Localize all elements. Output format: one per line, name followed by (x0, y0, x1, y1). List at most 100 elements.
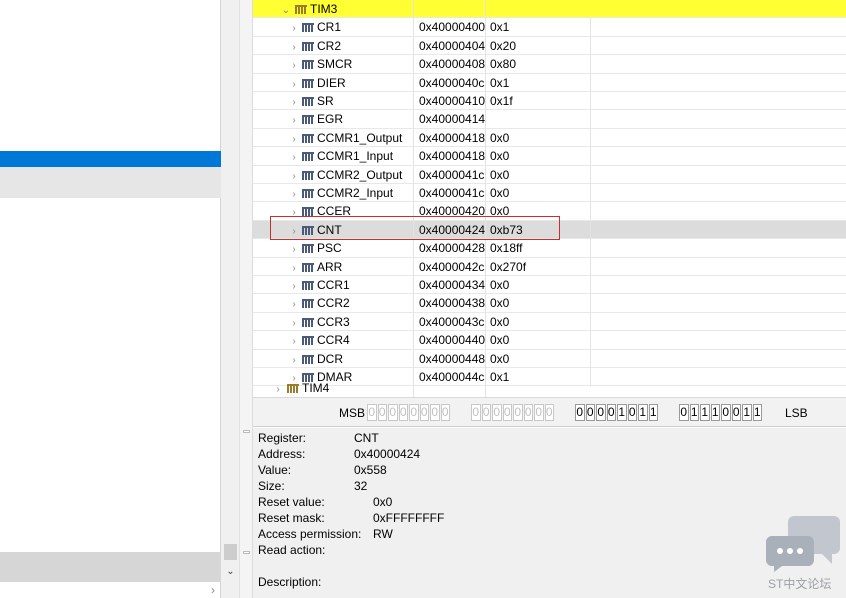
collapse-marker-icon[interactable] (243, 551, 250, 554)
register-row[interactable]: › CR1 0x40000400 0x1 (253, 18, 846, 37)
register-row[interactable]: › SMCR 0x40000408 0x80 (253, 55, 846, 74)
register-row[interactable]: › DCR 0x40000448 0x0 (253, 349, 846, 368)
bit-cell[interactable]: 0 (388, 404, 398, 421)
register-value[interactable]: 0x80 (485, 55, 590, 74)
chevron-right-icon[interactable]: › (289, 168, 299, 184)
bit-cell[interactable]: 0 (721, 404, 731, 421)
register-row[interactable]: › CCMR2_Output 0x4000041c 0x0 (253, 165, 846, 184)
chevron-right-icon[interactable]: › (289, 352, 299, 368)
register-value[interactable]: 0x0 (485, 294, 590, 313)
bit-cell[interactable]: 1 (689, 404, 699, 421)
bit-cell[interactable]: 0 (606, 404, 616, 421)
chevron-right-icon[interactable]: › (289, 186, 299, 202)
register-value[interactable]: 0x1f (485, 92, 590, 110)
pane-divider[interactable] (240, 0, 253, 598)
bit-cell[interactable]: 1 (742, 404, 752, 421)
register-value[interactable]: 0x0 (485, 128, 590, 147)
collapse-marker-icon[interactable] (243, 430, 250, 433)
left-panel-bottom-row[interactable] (0, 552, 221, 582)
bit-cell[interactable]: 0 (481, 404, 491, 421)
bit-cell[interactable]: 1 (638, 404, 648, 421)
bit-cell[interactable]: 0 (523, 404, 533, 421)
scrollbar-thumb[interactable] (224, 544, 237, 560)
register-value[interactable]: 0x1 (485, 73, 590, 92)
register-row[interactable]: › DIER 0x4000040c 0x1 (253, 73, 846, 92)
register-value[interactable]: 0x0 (485, 184, 590, 202)
chevron-right-icon[interactable]: › (289, 241, 299, 257)
bit-cell[interactable]: 0 (513, 404, 523, 421)
bit-cell[interactable]: 0 (440, 404, 450, 421)
register-value[interactable]: 0x0 (485, 147, 590, 166)
left-tree-panel[interactable] (0, 0, 221, 598)
register-row[interactable]: › CCMR1_Input 0x40000418 0x0 (253, 147, 846, 166)
chevron-right-icon[interactable]: › (289, 94, 299, 110)
register-label: Register: (258, 431, 307, 445)
register-row[interactable]: › CR2 0x40000404 0x20 (253, 36, 846, 56)
peripheral-row-tim4[interactable]: › TIM4 (253, 381, 846, 397)
bit-cell[interactable]: 0 (367, 404, 377, 421)
bit-cell[interactable]: 0 (731, 404, 741, 421)
register-value[interactable]: 0x1 (485, 18, 590, 37)
register-row[interactable]: › ARR 0x4000042c 0x270f (253, 257, 846, 276)
bit-cell[interactable]: 1 (710, 404, 720, 421)
bit-cell[interactable]: 0 (398, 404, 408, 421)
register-value[interactable]: 0x20 (485, 36, 590, 55)
bit-cell[interactable]: 0 (544, 404, 554, 421)
vertical-scrollbar[interactable] (221, 0, 240, 598)
register-row[interactable]: › CCR4 0x40000440 0x0 (253, 331, 846, 350)
bit-cell[interactable]: 0 (377, 404, 387, 421)
register-row[interactable]: › EGR 0x40000414 (253, 110, 846, 129)
register-value[interactable]: 0x270f (485, 257, 590, 276)
register-value[interactable]: 0x0 (485, 312, 590, 331)
bit-cell[interactable]: 1 (617, 404, 627, 421)
chevron-down-icon[interactable]: ⌄ (281, 2, 291, 18)
register-value[interactable] (485, 110, 590, 129)
bit-cell[interactable]: 0 (534, 404, 544, 421)
peripheral-row-tim3[interactable]: ⌄ TIM3 (253, 0, 846, 19)
chevron-right-icon[interactable]: › (289, 112, 299, 128)
chevron-right-icon[interactable]: › (289, 149, 299, 165)
chevron-right-icon[interactable]: › (289, 20, 299, 36)
register-row[interactable]: › CCMR2_Input 0x4000041c 0x0 (253, 184, 846, 203)
chevron-right-icon[interactable]: › (289, 39, 299, 55)
chevron-right-icon[interactable]: › (273, 381, 283, 397)
bit-cell[interactable]: 0 (627, 404, 637, 421)
bit-cell[interactable]: 0 (430, 404, 440, 421)
register-row[interactable]: › SR 0x40000410 0x1f (253, 92, 846, 111)
bit-cell[interactable]: 0 (492, 404, 502, 421)
scroll-down-icon[interactable]: ⌄ (221, 564, 240, 580)
bit-cell[interactable]: 1 (752, 404, 762, 421)
bit-cell[interactable]: 0 (419, 404, 429, 421)
chevron-right-icon[interactable]: › (289, 131, 299, 147)
bit-cell[interactable]: 1 (700, 404, 710, 421)
left-panel-hover-row[interactable] (0, 167, 221, 198)
bit-cell[interactable]: 0 (575, 404, 585, 421)
bit-cell[interactable]: 0 (679, 404, 689, 421)
register-value[interactable]: 0x0 (485, 276, 590, 294)
chevron-right-icon[interactable]: › (289, 296, 299, 312)
chevron-right-icon[interactable]: › (289, 260, 299, 276)
bit-cell[interactable]: 0 (585, 404, 595, 421)
register-value[interactable]: 0x0 (485, 331, 590, 350)
chevron-right-icon[interactable]: › (289, 315, 299, 331)
register-row[interactable]: › CCR1 0x40000434 0x0 (253, 276, 846, 295)
scroll-right-icon[interactable]: › (205, 582, 221, 598)
register-value[interactable]: 0x1 (485, 368, 590, 386)
chevron-right-icon[interactable]: › (289, 57, 299, 73)
chevron-right-icon[interactable]: › (289, 76, 299, 92)
register-row[interactable]: › PSC 0x40000428 0x18ff (253, 239, 846, 258)
bit-cell[interactable]: 1 (648, 404, 658, 421)
register-row[interactable]: › CCMR1_Output 0x40000418 0x0 (253, 128, 846, 148)
bit-cell[interactable]: 0 (409, 404, 419, 421)
bit-cell[interactable]: 0 (502, 404, 512, 421)
register-value[interactable]: 0x0 (485, 165, 590, 184)
register-value[interactable]: 0x18ff (485, 239, 590, 258)
bit-cell[interactable]: 0 (471, 404, 481, 421)
chevron-right-icon[interactable]: › (289, 278, 299, 294)
register-row[interactable]: › CCR2 0x40000438 0x0 (253, 294, 846, 313)
left-panel-selected-row[interactable] (0, 151, 221, 167)
register-row[interactable]: › CCR3 0x4000043c 0x0 (253, 312, 846, 332)
bit-cell[interactable]: 0 (596, 404, 606, 421)
register-value[interactable]: 0x0 (485, 349, 590, 368)
chevron-right-icon[interactable]: › (289, 333, 299, 349)
